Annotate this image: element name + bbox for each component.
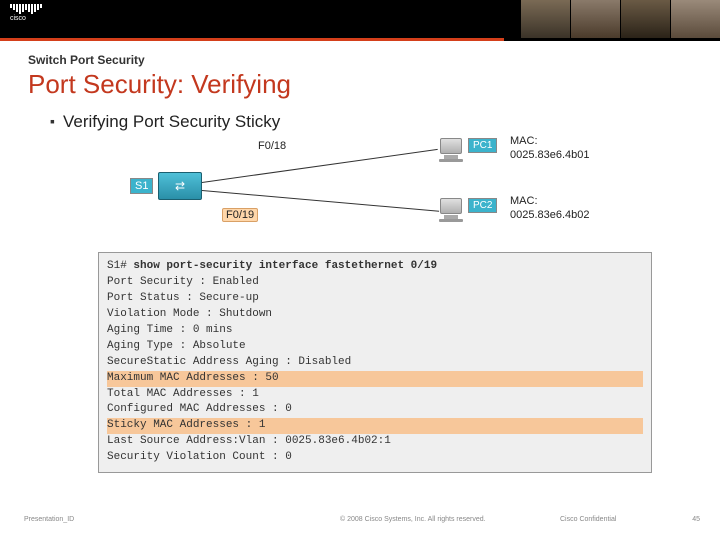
brand-text: cisco [10, 15, 42, 22]
terminal-line: Maximum MAC Addresses : 50 [107, 371, 643, 387]
terminal-line: Last Source Address:Vlan : 0025.83e6.4b0… [107, 434, 643, 450]
bullet-item: ▪ Verifying Port Security Sticky [50, 112, 692, 132]
pc2-label: PC2 [468, 198, 497, 213]
pc1-label: PC1 [468, 138, 497, 153]
terminal-line: SecureStatic Address Aging : Disabled [107, 355, 643, 371]
port-label-bottom: F0/19 [222, 208, 258, 222]
terminal-command-line: S1# show port-security interface fasteth… [107, 259, 643, 275]
mac-value: 0025.83e6.4b01 [510, 149, 590, 161]
slide-overline: Switch Port Security [28, 53, 692, 67]
terminal-output: S1# show port-security interface fasteth… [98, 252, 652, 473]
terminal-line: Total MAC Addresses : 1 [107, 387, 643, 403]
bullet-icon: ▪ [50, 112, 55, 132]
slide-title: Port Security: Verifying [28, 69, 692, 100]
switch-label: S1 [130, 178, 153, 194]
header-people-strip [520, 0, 720, 38]
mac-label: MAC: [510, 135, 538, 147]
network-diagram: S1 F0/18 F0/19 PC1 MAC: 0025.83e6.4b01 P… [118, 138, 652, 248]
mac-label: MAC: [510, 195, 538, 207]
pc1-mac: MAC: 0025.83e6.4b01 [510, 134, 590, 163]
bullet-text: Verifying Port Security Sticky [63, 112, 280, 132]
terminal-line: Violation Mode : Shutdown [107, 307, 643, 323]
header-bar: cisco [0, 0, 720, 38]
link-line [202, 149, 438, 183]
terminal-line: Security Violation Count : 0 [107, 450, 643, 466]
presentation-id: Presentation_ID [24, 516, 74, 523]
terminal-line: Aging Time : 0 mins [107, 323, 643, 339]
pc2-mac: MAC: 0025.83e6.4b02 [510, 194, 590, 223]
cisco-logo: cisco [10, 4, 42, 22]
page-number: 45 [692, 516, 700, 523]
mac-value: 0025.83e6.4b02 [510, 209, 590, 221]
switch-icon [158, 172, 218, 200]
confidential: Cisco Confidential [560, 516, 616, 523]
terminal-line: Sticky MAC Addresses : 1 [107, 418, 643, 434]
port-label-top: F0/18 [258, 140, 286, 152]
terminal-line: Configured MAC Addresses : 0 [107, 402, 643, 418]
terminal-line: Port Status : Secure-up [107, 291, 643, 307]
pc-icon [436, 138, 466, 164]
footer: Presentation_ID © 2008 Cisco Systems, In… [0, 516, 720, 530]
pc-icon [436, 198, 466, 224]
terminal-line: Aging Type : Absolute [107, 339, 643, 355]
copyright: © 2008 Cisco Systems, Inc. All rights re… [340, 516, 486, 523]
terminal-line: Port Security : Enabled [107, 275, 643, 291]
slide-content: Switch Port Security Port Security: Veri… [0, 41, 720, 473]
